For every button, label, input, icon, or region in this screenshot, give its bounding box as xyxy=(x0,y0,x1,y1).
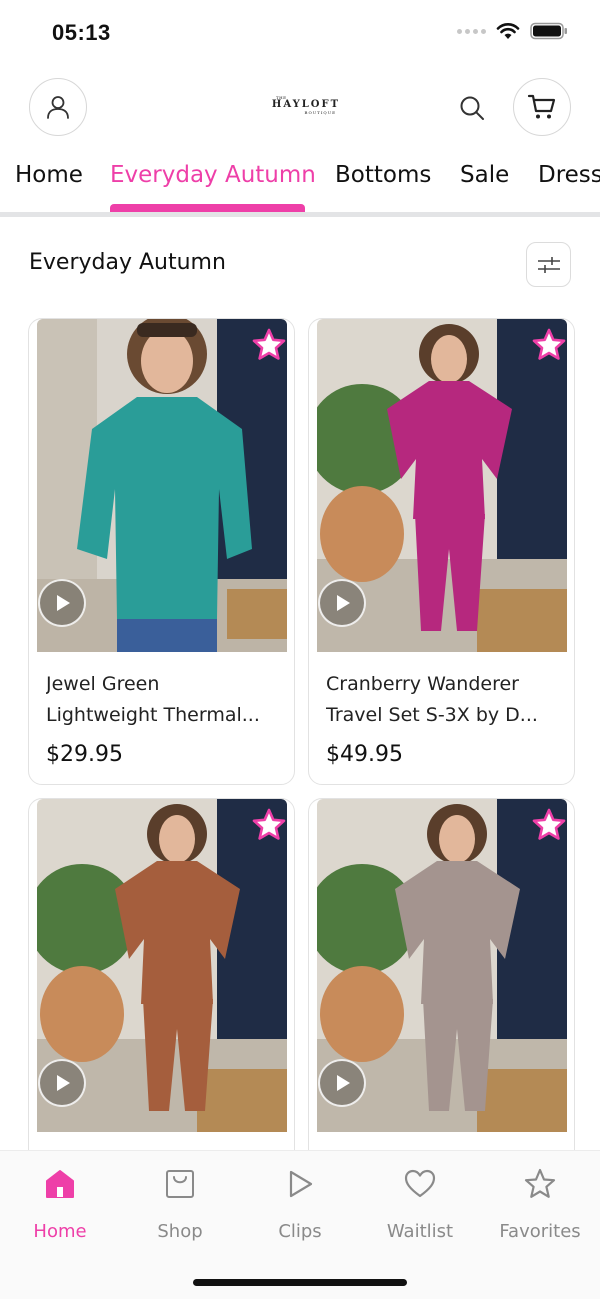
house-icon xyxy=(46,1170,74,1198)
tabs-divider xyxy=(0,212,600,217)
category-tabs: Home Everyday Autumn Bottoms Sale Dress xyxy=(0,150,600,218)
battery-icon xyxy=(530,22,567,40)
product-price: $49.95 xyxy=(326,742,403,767)
product-name-line: Jewel Green xyxy=(46,673,160,695)
person-icon xyxy=(47,96,69,119)
product-name[interactable]: Cranberry Wanderer Travel Set S-3X by D.… xyxy=(326,669,556,731)
nav-label: Clips xyxy=(278,1221,322,1242)
search-icon xyxy=(460,96,484,120)
play-icon xyxy=(57,595,70,611)
nav-label: Waitlist xyxy=(386,1221,454,1242)
cart-button[interactable] xyxy=(513,78,571,136)
favorite-star-icon[interactable] xyxy=(251,327,287,363)
active-tab-indicator xyxy=(110,204,305,212)
favorite-star-icon[interactable] xyxy=(531,807,567,843)
play-video-button[interactable] xyxy=(38,579,86,627)
product-card[interactable]: Cranberry Wanderer Travel Set S-3X by D.… xyxy=(308,318,575,785)
play-video-button[interactable] xyxy=(318,1059,366,1107)
tab-home[interactable]: Home xyxy=(15,162,83,188)
play-icon xyxy=(337,1075,350,1091)
bottom-navigation: Home Shop Clips Waitlist Favorites xyxy=(0,1150,600,1299)
product-image[interactable] xyxy=(317,319,567,652)
play-video-button[interactable] xyxy=(38,1059,86,1107)
product-name[interactable]: Jewel Green Lightweight Thermal... xyxy=(46,669,276,731)
brand-logo[interactable]: THE HAYLOFT BOUTIQUE xyxy=(270,95,342,121)
logo-name: HAYLOFT xyxy=(271,99,341,110)
nav-waitlist[interactable]: Waitlist xyxy=(365,1167,475,1242)
nav-favorites[interactable]: Favorites xyxy=(485,1167,595,1242)
product-name-line: Travel Set S-3X by D... xyxy=(326,704,538,726)
app-header: THE HAYLOFT BOUTIQUE xyxy=(0,78,600,138)
star-icon xyxy=(524,1168,556,1198)
play-icon xyxy=(337,595,350,611)
tab-bottoms[interactable]: Bottoms xyxy=(335,162,431,188)
tab-everyday-autumn[interactable]: Everyday Autumn xyxy=(110,162,316,188)
nav-label: Shop xyxy=(157,1221,203,1242)
sliders-icon xyxy=(537,256,560,273)
search-button[interactable] xyxy=(456,92,488,124)
status-bar: 05:13 xyxy=(0,0,600,66)
logo-sub: BOUTIQUE xyxy=(304,110,336,115)
product-image[interactable] xyxy=(317,799,567,1132)
heart-icon xyxy=(404,1169,436,1198)
play-icon xyxy=(289,1170,313,1198)
product-card[interactable]: Jewel Green Lightweight Thermal... $29.9… xyxy=(28,318,295,785)
bag-icon xyxy=(166,1170,194,1198)
play-video-button[interactable] xyxy=(318,579,366,627)
home-indicator[interactable] xyxy=(193,1279,407,1286)
product-image[interactable] xyxy=(37,319,287,652)
nav-label: Favorites xyxy=(499,1221,581,1242)
wifi-icon xyxy=(496,23,520,39)
section-title: Everyday Autumn xyxy=(29,250,226,275)
product-price: $29.95 xyxy=(46,742,123,767)
nav-home[interactable]: Home xyxy=(5,1167,115,1242)
product-image[interactable] xyxy=(37,799,287,1132)
nav-clips[interactable]: Clips xyxy=(245,1167,355,1242)
play-icon xyxy=(57,1075,70,1091)
cart-icon xyxy=(527,94,556,119)
nav-label: Home xyxy=(33,1221,87,1242)
cellular-signal-icon xyxy=(457,28,486,34)
filter-button[interactable] xyxy=(526,242,571,287)
profile-button[interactable] xyxy=(29,78,87,136)
status-time: 05:13 xyxy=(52,20,111,45)
tab-sale[interactable]: Sale xyxy=(460,162,509,188)
tab-dress[interactable]: Dress xyxy=(538,162,600,188)
product-name-line: Lightweight Thermal... xyxy=(46,704,260,726)
favorite-star-icon[interactable] xyxy=(251,807,287,843)
status-icons xyxy=(457,22,568,40)
nav-shop[interactable]: Shop xyxy=(125,1167,235,1242)
favorite-star-icon[interactable] xyxy=(531,327,567,363)
product-name-line: Cranberry Wanderer xyxy=(326,673,519,695)
